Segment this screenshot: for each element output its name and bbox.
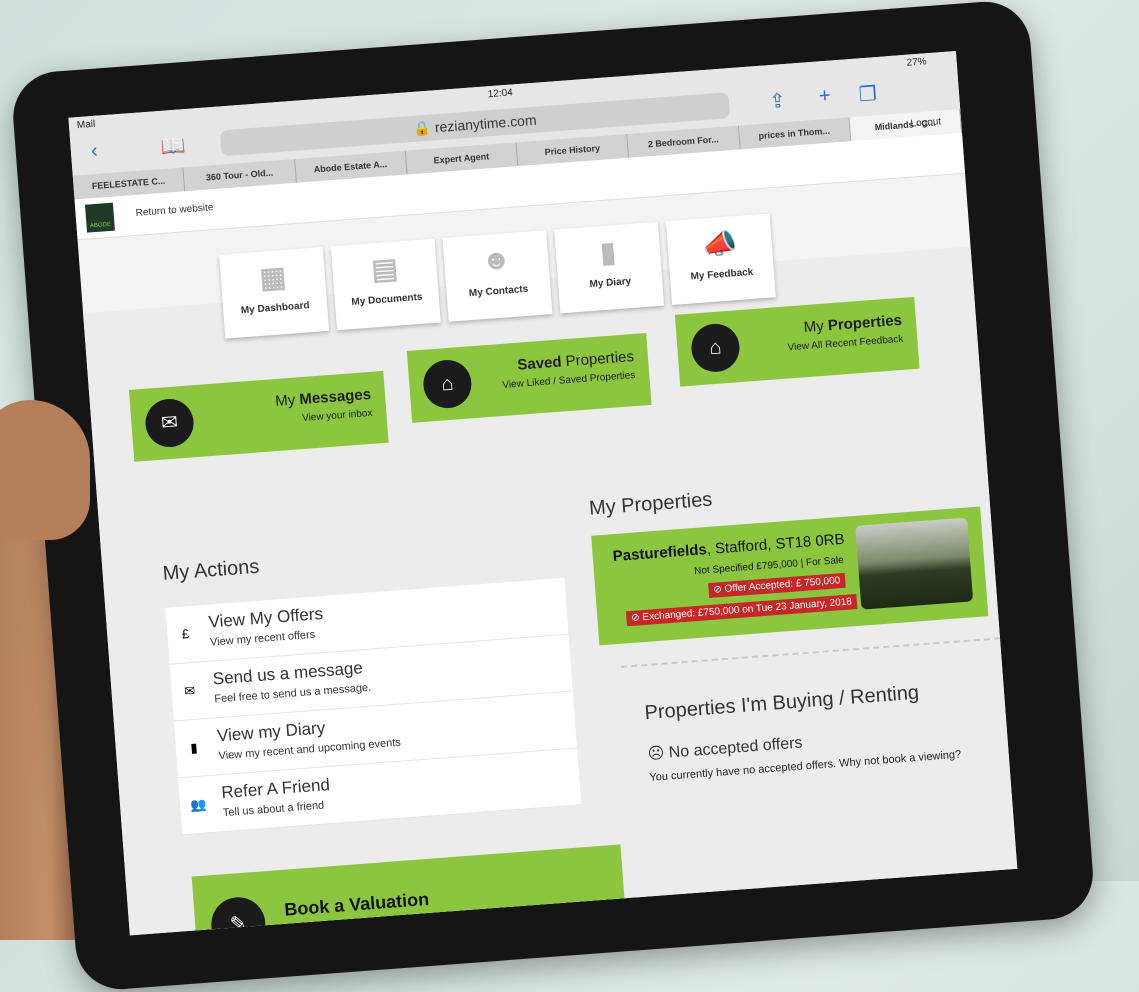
offer-accepted-badge: ⊘ Offer Accepted: £ 750,000 xyxy=(707,572,846,599)
return-to-website-link[interactable]: Return to website xyxy=(135,202,213,219)
nav-my-contacts[interactable]: ☻ My Contacts xyxy=(442,230,553,322)
action-subtitle: Tell us about a friend xyxy=(222,799,325,820)
tabs-icon[interactable]: ❐ xyxy=(858,81,878,107)
saved-properties-card[interactable]: ⌂ Saved Properties View Liked / Saved Pr… xyxy=(406,333,652,423)
clock: 12:04 xyxy=(487,87,514,101)
screen: Mail 12:04 27% ‹ 📖 🔒 rezianytime.com ⇪ +… xyxy=(68,51,1018,936)
carrier-label: Mail xyxy=(76,118,96,132)
property-card[interactable]: Pasturefields, Stafford, ST18 0RB Not Sp… xyxy=(591,506,989,646)
no-accepted-offers: ☹ No accepted offers xyxy=(647,734,804,764)
home-icon: ⌂ xyxy=(689,322,742,374)
battery-level: 27% xyxy=(906,56,927,69)
dashboard-content: ✉ My Messages View your inbox ⌂ Saved Pr… xyxy=(83,246,1018,936)
divider xyxy=(621,637,1001,668)
card-title: My Properties xyxy=(803,311,903,337)
my-actions-heading: My Actions xyxy=(162,555,261,585)
nav-my-dashboard[interactable]: ▦ My Dashboard xyxy=(219,247,330,339)
my-properties-heading: My Properties xyxy=(588,488,714,520)
megaphone-icon: 📣 xyxy=(701,227,739,261)
new-tab-icon[interactable]: + xyxy=(818,85,831,109)
grid-icon: ▦ xyxy=(258,260,288,294)
card-subtitle: View your inbox xyxy=(301,407,373,425)
abode-logo[interactable]: ABODE xyxy=(84,202,115,233)
share-icon[interactable]: ⇪ xyxy=(768,88,787,114)
users-icon: 👥 xyxy=(189,796,207,813)
actions-list: £ View My Offers View my recent offers ✉… xyxy=(165,577,582,836)
book-icon: ▮ xyxy=(599,236,617,269)
action-title: View my Diary xyxy=(216,718,326,746)
tablet-device: Mail 12:04 27% ‹ 📖 🔒 rezianytime.com ⇪ +… xyxy=(10,0,1097,992)
bookmarks-icon[interactable]: 📖 xyxy=(160,133,187,160)
valuation-title: Book a Valuation xyxy=(283,888,430,920)
contacts-icon: ☻ xyxy=(480,243,513,277)
logout-link[interactable]: Logout xyxy=(910,116,941,129)
my-properties-card[interactable]: ⌂ My Properties View All Recent Feedback xyxy=(674,296,920,387)
my-messages-card[interactable]: ✉ My Messages View your inbox xyxy=(128,370,389,462)
back-icon[interactable]: ‹ xyxy=(90,140,98,163)
pencil-icon: ✎ xyxy=(209,895,268,936)
exchanged-badge: ⊘ Exchanged: £750,000 on Tue 23 January,… xyxy=(625,594,858,627)
buying-renting-heading: Properties I'm Buying / Renting xyxy=(643,681,920,725)
home-icon: ⌂ xyxy=(421,358,474,410)
nav-my-feedback[interactable]: 📣 My Feedback xyxy=(665,213,776,306)
card-title: My Messages xyxy=(274,385,372,411)
card-subtitle: View All Recent Feedback xyxy=(787,333,904,354)
envelope-icon: ✉ xyxy=(183,682,196,699)
url-text: rezianytime.com xyxy=(434,111,538,136)
nav-my-diary[interactable]: ▮ My Diary xyxy=(554,221,665,314)
envelope-icon: ✉ xyxy=(143,397,196,449)
card-title: Saved Properties xyxy=(516,348,635,374)
pound-icon: £ xyxy=(181,626,190,642)
action-title: Refer A Friend xyxy=(220,775,331,803)
nav-my-documents[interactable]: ▤ My Documents xyxy=(330,238,441,331)
action-subtitle: View my recent offers xyxy=(209,628,316,649)
document-icon: ▤ xyxy=(370,252,399,286)
property-photo[interactable] xyxy=(855,517,974,610)
book-valuation-card[interactable]: ✎ Book a Valuation Get a new property on… xyxy=(191,844,628,936)
book-icon: ▮ xyxy=(189,739,199,756)
